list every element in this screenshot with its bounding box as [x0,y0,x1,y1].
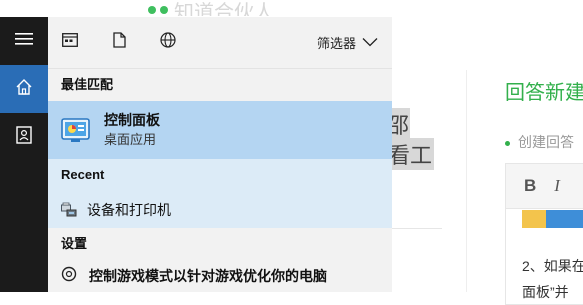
start-left-rail [0,17,48,292]
user-account-icon [16,125,32,149]
recent-section: Recent 设备和打印机 [48,159,392,228]
recent-heading: Recent [61,167,105,182]
best-match-heading: 最佳匹配 [61,77,114,92]
search-scope-bar: 筛选器 [48,17,392,69]
settings-item-label: 控制游戏模式以针对游戏优化你的电脑 [89,268,327,284]
create-answer-label: 创建回答 [518,134,574,150]
chevron-down-icon [362,35,378,50]
article-text-fragment: 看工 [386,138,435,170]
hamburger-icon [15,32,33,51]
editor-text-line: 2、如果在 [522,258,583,274]
filter-label: 筛选器 [316,36,356,51]
best-match-text: 控制面板 桌面应用 [104,111,160,149]
italic-button[interactable]: I [554,176,560,196]
answer-editor[interactable]: B I 2、如果在 面板”并 [505,163,583,305]
web-globe-icon [160,32,176,53]
best-match-result[interactable]: 控制面板 桌面应用 [48,101,392,159]
settings-item-game-mode[interactable]: 控制游戏模式以针对游戏优化你的电脑 [48,260,392,292]
best-match-subtitle: 桌面应用 [104,132,157,147]
devices-printers-icon [61,202,77,218]
bold-button[interactable]: B [524,176,536,196]
home-button[interactable] [0,65,48,113]
create-answer-item[interactable]: 创建回答 [505,132,574,152]
expand-menu-button[interactable] [0,17,48,65]
game-mode-icon [61,266,77,287]
filter-dropdown[interactable]: 筛选器 [317,17,378,68]
divider [392,228,442,229]
best-match-title: 控制面板 [104,112,160,128]
start-search-menu: 筛选器 最佳匹配 控制面板 桌面应用 Recent 设备和打印机 设置 控制游戏… [0,17,392,292]
column-divider [466,70,467,292]
editor-text-line: 面板”并 [522,284,569,300]
site-brand-text: 知道合伙人 [174,2,274,16]
web-scope-button[interactable] [148,17,188,68]
bullet-icon [505,140,510,146]
apps-icon [62,33,78,52]
embedded-image [522,210,583,228]
document-icon [112,32,126,53]
apps-scope-button[interactable] [50,17,90,68]
documents-scope-button[interactable] [99,17,139,68]
recent-item-label: 设备和打印机 [87,201,171,218]
answer-section-title: 回答新建 [505,82,583,104]
control-panel-icon [61,115,91,145]
search-results-panel: 筛选器 最佳匹配 控制面板 桌面应用 Recent 设备和打印机 设置 控制游戏… [48,17,392,292]
home-icon [15,78,33,101]
user-account-button[interactable] [0,113,48,161]
editor-toolbar: B I [506,164,583,209]
settings-heading: 设置 [61,236,88,251]
recent-item-devices-printers[interactable]: 设备和打印机 [48,191,392,228]
logo-dots [148,6,168,14]
